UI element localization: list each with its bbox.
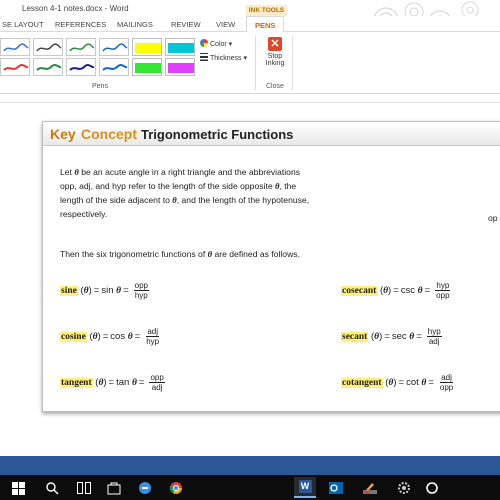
fraction: adj opp <box>439 373 454 392</box>
fraction: opp hyp <box>133 281 149 300</box>
outlook-icon[interactable] <box>328 480 344 496</box>
secant-definition: secant (θ) = sec θ = hyp adj <box>341 327 442 346</box>
stop-inking-button[interactable]: ✕ Stop Inking <box>259 37 291 67</box>
tab-pens[interactable]: PENS <box>246 16 285 33</box>
color-dropdown[interactable]: Color ▾ <box>200 39 232 48</box>
page-margin-line <box>0 102 500 103</box>
group-divider <box>292 36 293 90</box>
word-letter: W <box>298 480 312 493</box>
group-divider <box>255 36 256 90</box>
color-label: Color <box>210 41 227 48</box>
key-concept-concept: Concept <box>81 126 137 142</box>
paint-icon[interactable] <box>362 480 378 496</box>
chevron-down-icon: ▾ <box>226 41 233 48</box>
close-group-label: Close <box>266 83 284 90</box>
highlighter-style-1[interactable] <box>132 38 162 56</box>
key-concept-key: Key <box>50 126 76 142</box>
thickness-dropdown[interactable]: Thickness ▾ <box>200 53 247 62</box>
pen-style-8[interactable] <box>99 58 129 76</box>
pen-style-7[interactable] <box>66 58 96 76</box>
ink-tools-label: INK TOOLS <box>246 5 287 16</box>
color-palette-icon <box>200 39 208 47</box>
edge-icon[interactable] <box>137 480 153 496</box>
pen-style-1[interactable] <box>0 38 30 56</box>
stop-inking-label-line1: Stop <box>267 53 283 60</box>
search-icon[interactable] <box>44 480 60 496</box>
status-bar <box>0 456 500 475</box>
defined-sentence: Then the six trigonometric functions of … <box>60 249 300 259</box>
line-thickness-icon <box>200 53 208 61</box>
tab-review[interactable]: REVIEW <box>171 20 201 29</box>
cosine-definition: cosine (θ) = cos θ = adj hyp <box>60 327 160 346</box>
pen-style-5[interactable] <box>0 58 30 76</box>
tab-view[interactable]: VIEW <box>216 20 235 29</box>
window-title: Lesson 4-1 notes.docx - Word <box>22 4 129 13</box>
key-concept-box: Key Concept Trigonometric Functions Let … <box>42 121 500 412</box>
ribbon: Color ▾ Thickness ▾ Pens ✕ Stop Inking C… <box>0 32 500 94</box>
gear-icon[interactable] <box>396 480 412 496</box>
intro-paragraph: Let θ be an acute angle in a right trian… <box>60 165 360 221</box>
cortana-icon[interactable] <box>424 480 440 496</box>
intro-line-3: length of the side adjacent to θ, and th… <box>60 195 310 205</box>
intro-line-1: Let θ be an acute angle in a right trian… <box>60 167 301 177</box>
tab-references[interactable]: REFERENCES <box>55 20 106 29</box>
thickness-label: Thickness <box>210 55 242 62</box>
tangent-definition: tangent (θ) = tan θ = opp adj <box>60 373 165 392</box>
windows-icon[interactable] <box>10 480 26 496</box>
store-icon[interactable] <box>106 480 122 496</box>
highlighter-style-4[interactable] <box>165 58 195 76</box>
cotangent-definition: cotangent (θ) = cot θ = adj opp <box>341 373 454 392</box>
stop-inking-label-line2: Inking <box>265 60 285 67</box>
pen-style-2[interactable] <box>33 38 63 56</box>
highlighter-style-2[interactable] <box>165 38 195 56</box>
pens-group-label: Pens <box>92 83 108 90</box>
ribbon-tab-row: SE LAYOUT REFERENCES MAILINGS REVIEW VIE… <box>0 16 500 33</box>
intro-line-2: opp, adj, and hyp refer to the length of… <box>60 181 297 191</box>
chevron-down-icon: ▾ <box>241 55 247 62</box>
tab-page-layout[interactable]: SE LAYOUT <box>2 20 44 29</box>
key-concept-header: Key Concept Trigonometric Functions <box>43 122 500 146</box>
close-icon: ✕ <box>268 37 282 51</box>
highlighter-style-3[interactable] <box>132 58 162 76</box>
taskbar: W <box>0 475 500 500</box>
pen-style-3[interactable] <box>66 38 96 56</box>
fraction: hyp opp <box>435 281 451 300</box>
key-concept-title: Trigonometric Functions <box>141 127 294 142</box>
task-view-icon[interactable] <box>76 480 92 496</box>
cosecant-definition: cosecant (θ) = csc θ = hyp opp <box>341 281 451 300</box>
pen-style-6[interactable] <box>33 58 63 76</box>
fraction: adj hyp <box>146 327 160 346</box>
tab-mailings[interactable]: MAILINGS <box>117 20 153 29</box>
chrome-icon[interactable] <box>168 480 184 496</box>
sine-definition: sine (θ) = sin θ = opp hyp <box>60 281 149 300</box>
title-bar: Lesson 4-1 notes.docx - Word INK TOOLS <box>0 0 500 34</box>
word-icon[interactable]: W <box>294 477 316 498</box>
clipped-text: op <box>488 213 498 223</box>
fraction: opp adj <box>149 373 165 392</box>
intro-line-4: respectively. <box>60 209 108 219</box>
pen-style-4[interactable] <box>99 38 129 56</box>
fraction: hyp adj <box>426 327 442 346</box>
